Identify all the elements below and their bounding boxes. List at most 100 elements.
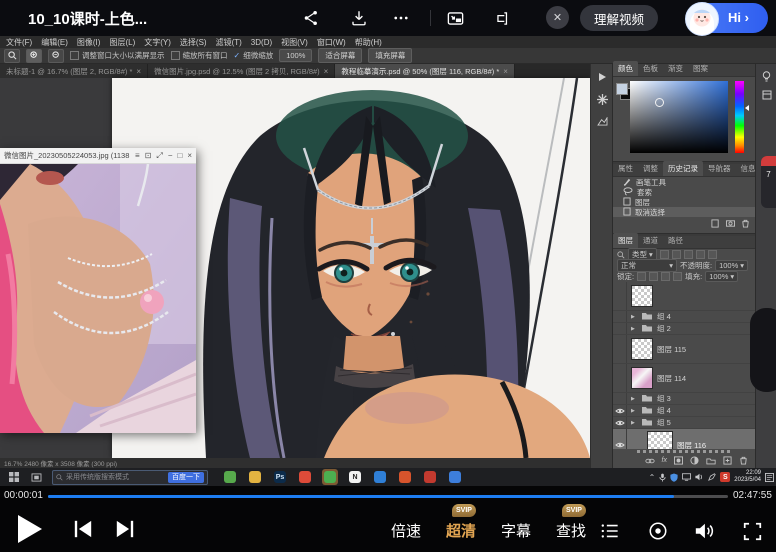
- actions-panel-icon[interactable]: [595, 70, 609, 84]
- color-field[interactable]: [630, 81, 728, 153]
- side-promo-badge[interactable]: 7: [761, 156, 776, 208]
- libraries-panel-icon[interactable]: [760, 88, 774, 102]
- layer-thumbnail[interactable]: [631, 367, 653, 389]
- group-caret-icon[interactable]: ▶: [631, 396, 637, 402]
- history-state[interactable]: 套索: [613, 187, 756, 197]
- visibility-toggle[interactable]: [613, 282, 627, 310]
- visibility-toggle[interactable]: [613, 364, 627, 392]
- next-button[interactable]: [114, 519, 136, 544]
- lock-position-icon[interactable]: [661, 272, 670, 281]
- group-caret-icon[interactable]: ▶: [631, 314, 637, 320]
- group-caret-icon[interactable]: ▶: [631, 420, 637, 426]
- taskbar-app-icon-wechat[interactable]: [322, 469, 338, 485]
- layer-thumbnail[interactable]: [647, 431, 673, 449]
- lock-all-icon[interactable]: [673, 272, 682, 281]
- hue-slider-marker[interactable]: [745, 105, 749, 111]
- group-caret-icon[interactable]: ▶: [631, 326, 637, 332]
- color-panel-tab[interactable]: 渐变: [663, 61, 688, 76]
- doc-tab-close-icon[interactable]: ×: [324, 67, 329, 76]
- taskbar-app-icon-chrome[interactable]: [297, 469, 313, 485]
- ref-minimize-icon[interactable]: −: [168, 151, 173, 160]
- settings-circle-icon[interactable]: [646, 519, 670, 543]
- lock-transparent-icon[interactable]: [637, 272, 646, 281]
- group-caret-icon[interactable]: ▶: [631, 408, 637, 414]
- ref-close-icon[interactable]: ×: [187, 151, 192, 160]
- floating-widget[interactable]: [750, 308, 776, 392]
- color-panel-tab[interactable]: 色板: [638, 61, 663, 76]
- layers-panel-tab[interactable]: 通道: [638, 233, 663, 248]
- layer-row[interactable]: 图层 115: [613, 335, 756, 364]
- volume-tray-icon[interactable]: [695, 473, 704, 481]
- resize-windows-checkbox[interactable]: 调整窗口大小以满屏显示: [70, 50, 165, 61]
- visibility-toggle[interactable]: [613, 323, 627, 334]
- ref-maximize-icon[interactable]: □: [177, 151, 182, 160]
- opacity-select[interactable]: 100%▾: [715, 260, 748, 271]
- filter-adjustment-icon[interactable]: [672, 250, 681, 259]
- layer-row[interactable]: 图层 114: [613, 364, 756, 393]
- visibility-toggle[interactable]: [613, 405, 627, 416]
- display-icon[interactable]: [682, 473, 691, 481]
- history-state[interactable]: 取消选择: [613, 207, 756, 217]
- subtitles-button[interactable]: 字幕: [501, 520, 531, 541]
- history-panel-tab[interactable]: 历史记录: [663, 161, 703, 176]
- new-snapshot-icon[interactable]: [726, 219, 735, 228]
- reference-window-titlebar[interactable]: 微信图片_20230505224053.jpg (1138×1518... ≡ …: [0, 148, 196, 164]
- layer-group-row[interactable]: ▶组 4: [613, 311, 756, 323]
- assistant-hi-button[interactable]: Hi ›: [686, 3, 768, 33]
- fill-select[interactable]: 100%▾: [705, 271, 738, 282]
- playlist-icon[interactable]: [598, 519, 622, 543]
- history-state[interactable]: 图层: [613, 197, 756, 207]
- delete-state-icon[interactable]: [741, 219, 750, 228]
- ps-menu-item[interactable]: 文件(F): [6, 37, 32, 48]
- zoom-out-icon[interactable]: [48, 49, 64, 63]
- layer-row[interactable]: [613, 282, 756, 311]
- download-icon[interactable]: [348, 7, 370, 29]
- layer-mask-icon[interactable]: [674, 456, 683, 465]
- taskbar-app-icon-security[interactable]: [447, 469, 463, 485]
- layer-group-row[interactable]: ▶组 4: [613, 405, 756, 417]
- layer-group-row[interactable]: ▶组 2: [613, 323, 756, 335]
- filter-smartobject-icon[interactable]: [708, 250, 717, 259]
- color-cursor[interactable]: [655, 98, 664, 107]
- input-method-icon[interactable]: S: [720, 472, 730, 482]
- hue-slider[interactable]: [735, 81, 744, 153]
- color-panel-tab[interactable]: 图案: [688, 61, 713, 76]
- layers-panel-tab[interactable]: 路径: [663, 233, 688, 248]
- picture-in-picture-icon[interactable]: [444, 7, 466, 29]
- ps-menu-item[interactable]: 滤镜(T): [216, 37, 242, 48]
- more-icon[interactable]: [390, 7, 412, 29]
- taskbar-app-icon-browser-green[interactable]: [222, 469, 238, 485]
- visibility-toggle[interactable]: [613, 335, 627, 363]
- ref-menu-icon[interactable]: ≡: [135, 151, 140, 160]
- doc-tab-close-icon[interactable]: ×: [503, 67, 508, 76]
- layer-group-row[interactable]: ▶组 5: [613, 417, 756, 429]
- tool-presets-icon[interactable]: [595, 114, 609, 128]
- understand-video-button[interactable]: 理解视频: [580, 5, 658, 31]
- speed-button[interactable]: 倍速: [391, 520, 421, 541]
- previous-button[interactable]: [72, 519, 94, 544]
- start-button-icon[interactable]: [6, 470, 22, 484]
- taskbar-search-box[interactable]: 采用传统版搜索模式 百度一下: [52, 470, 208, 485]
- learn-panel-icon[interactable]: [760, 69, 774, 83]
- ps-menu-item[interactable]: 窗口(W): [317, 37, 346, 48]
- shield-icon[interactable]: [670, 473, 678, 482]
- filter-pixel-icon[interactable]: [660, 250, 669, 259]
- new-doc-from-state-icon[interactable]: [711, 219, 720, 228]
- ps-document-tab[interactable]: 教程临摹演示.psd @ 50% (图层 116, RGB/8#) *×: [335, 64, 515, 78]
- ref-expand-icon[interactable]: ⤢: [156, 151, 162, 161]
- taskbar-clock[interactable]: 22:09 2023/5/04: [734, 470, 761, 484]
- tray-expand-icon[interactable]: ⌃: [649, 473, 656, 482]
- share-icon[interactable]: [300, 7, 322, 29]
- doc-tab-close-icon[interactable]: ×: [136, 67, 141, 76]
- visibility-toggle[interactable]: [613, 417, 627, 428]
- ps-menu-item[interactable]: 帮助(H): [355, 37, 382, 48]
- history-panel-tab[interactable]: 属性: [613, 161, 638, 176]
- zoom-in-icon[interactable]: [26, 49, 42, 63]
- fill-screen-button[interactable]: 填充屏幕: [368, 48, 412, 63]
- taskbar-app-icon-photoshop[interactable]: Ps: [272, 469, 288, 485]
- ps-document-tab[interactable]: 微信图片.jpg.psd @ 12.5% (图层 2 拷贝, RGB/8#)×: [148, 64, 335, 78]
- new-group-icon[interactable]: [706, 457, 716, 465]
- layer-row[interactable]: 图层 116: [613, 429, 756, 449]
- layer-thumbnail[interactable]: [631, 338, 653, 360]
- color-panel-tab[interactable]: 颜色: [613, 61, 638, 76]
